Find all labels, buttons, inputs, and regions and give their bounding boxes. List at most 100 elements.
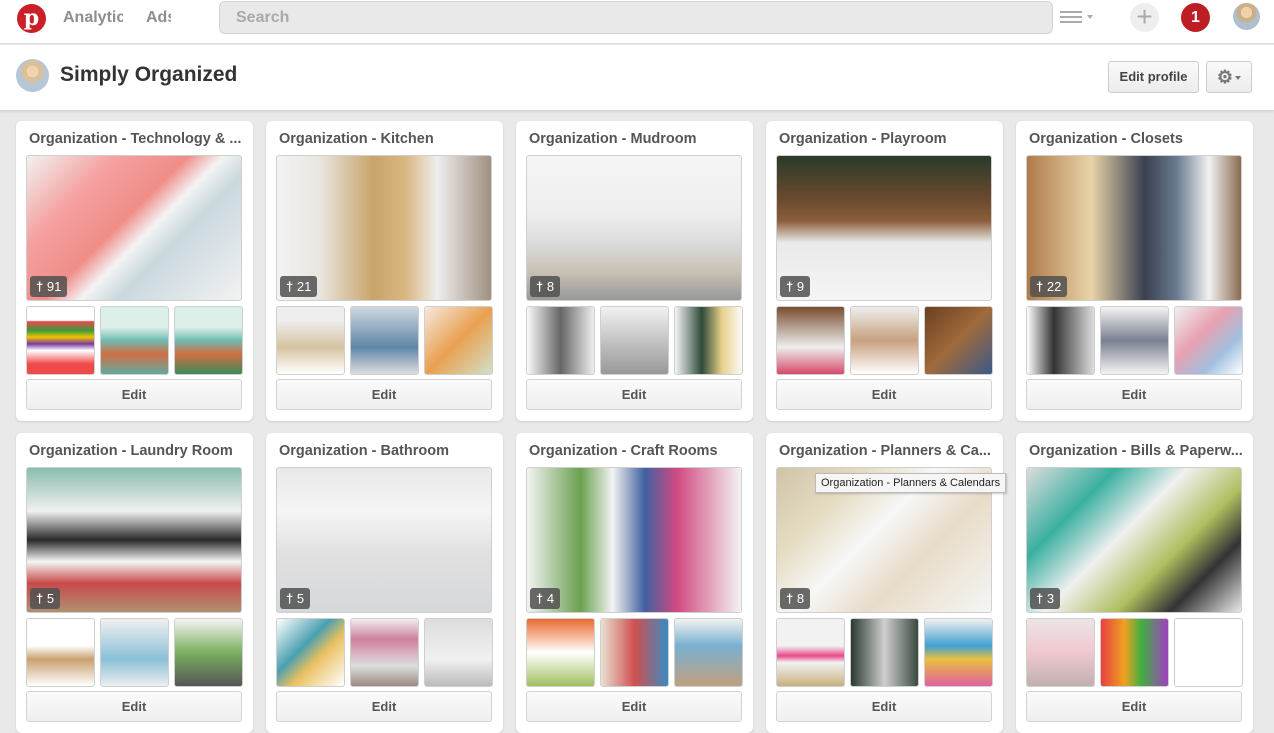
pin-count-badge: † 9 [780, 276, 811, 297]
pinterest-logo-icon[interactable]: p [17, 4, 46, 33]
board-thumbnails [1026, 306, 1243, 375]
board-thumbnail[interactable] [674, 618, 743, 687]
board-cover-image[interactable]: † 5 [276, 467, 492, 613]
pin-count: 8 [546, 279, 555, 294]
board-thumbnail[interactable] [600, 618, 669, 687]
board-thumbnail[interactable] [1174, 618, 1243, 687]
board-cover-image[interactable]: † 9 [776, 155, 992, 301]
board-thumbnail[interactable] [100, 618, 169, 687]
board-card[interactable]: Organization - Kitchen † 21 Edit [266, 121, 503, 421]
board-thumbnail[interactable] [776, 306, 845, 375]
pin-count: 4 [546, 591, 555, 606]
board-title[interactable]: Organization - Technology & ... [29, 131, 243, 151]
user-avatar[interactable] [1233, 3, 1260, 30]
board-title[interactable]: Organization - Mudroom [529, 131, 743, 151]
board-cover-image[interactable]: † 8 [526, 155, 742, 301]
edit-board-button[interactable]: Edit [776, 379, 992, 410]
board-card[interactable]: Organization - Bills & Paperw... † 3 Edi… [1016, 433, 1253, 733]
board-thumbnail[interactable] [850, 306, 919, 375]
board-thumbnail[interactable] [1026, 618, 1095, 687]
list-menu-icon[interactable] [1060, 9, 1094, 25]
notifications-badge[interactable]: 1 [1181, 3, 1210, 32]
edit-board-button[interactable]: Edit [1026, 379, 1242, 410]
edit-board-button[interactable]: Edit [1026, 691, 1242, 722]
board-thumbnail[interactable] [924, 306, 993, 375]
pin-icon: † [536, 279, 544, 294]
board-thumbnail[interactable] [1026, 306, 1095, 375]
board-thumbnail[interactable] [424, 618, 493, 687]
gear-icon: ⚙ [1216, 67, 1234, 87]
board-thumbnail[interactable] [1174, 306, 1243, 375]
board-thumbnail[interactable] [600, 306, 669, 375]
search-input[interactable] [219, 1, 1053, 34]
board-thumbnails [776, 618, 993, 687]
board-thumbnail[interactable] [276, 306, 345, 375]
chevron-down-icon [1087, 15, 1093, 19]
board-card[interactable]: Organization - Closets † 22 Edit [1016, 121, 1253, 421]
board-thumbnail[interactable] [1100, 618, 1169, 687]
board-card[interactable]: Organization - Craft Rooms † 4 Edit [516, 433, 753, 733]
board-title[interactable]: Organization - Playroom [779, 131, 993, 151]
board-title[interactable]: Organization - Planners & Ca... [779, 443, 993, 463]
board-cover-image[interactable]: † 5 [26, 467, 242, 613]
board-cover-image[interactable]: † 21 [276, 155, 492, 301]
board-title[interactable]: Organization - Bills & Paperw... [1029, 443, 1243, 463]
board-thumbnail[interactable] [276, 618, 345, 687]
pin-count-badge: † 21 [280, 276, 318, 297]
pin-count: 21 [296, 279, 312, 294]
edit-board-button[interactable]: Edit [26, 691, 242, 722]
board-thumbnail[interactable] [924, 618, 993, 687]
edit-board-button[interactable]: Edit [776, 691, 992, 722]
edit-board-button[interactable]: Edit [276, 691, 492, 722]
edit-board-button[interactable]: Edit [526, 379, 742, 410]
chevron-down-icon [1235, 76, 1242, 81]
board-thumbnail[interactable] [526, 618, 595, 687]
board-title[interactable]: Organization - Bathroom [279, 443, 493, 463]
board-thumbnail[interactable] [350, 618, 419, 687]
pin-count-badge: † 5 [30, 588, 61, 609]
board-card[interactable]: Organization - Technology & ... † 91 Edi… [16, 121, 253, 421]
settings-button[interactable]: ⚙ [1206, 61, 1252, 93]
board-thumbnail[interactable] [1100, 306, 1169, 375]
board-title[interactable]: Organization - Laundry Room [29, 443, 243, 463]
board-card[interactable]: Organization - Playroom † 9 Edit [766, 121, 1003, 421]
pin-count-badge: † 4 [530, 588, 561, 609]
edit-board-button[interactable]: Edit [526, 691, 742, 722]
board-thumbnail[interactable] [526, 306, 595, 375]
board-cover-image[interactable]: † 91 [26, 155, 242, 301]
profile-avatar[interactable] [16, 59, 49, 92]
board-thumbnail[interactable] [174, 618, 243, 687]
add-pin-button[interactable]: + [1130, 3, 1159, 32]
board-thumbnails [526, 306, 743, 375]
pin-count-badge: † 3 [1030, 588, 1061, 609]
board-title[interactable]: Organization - Closets [1029, 131, 1243, 151]
pin-count-badge: † 8 [780, 588, 811, 609]
board-thumbnail[interactable] [424, 306, 493, 375]
pin-count: 8 [796, 591, 805, 606]
top-nav-bar: p Analytic Ads + 1 [0, 0, 1274, 44]
board-cover-image[interactable]: † 22 [1026, 155, 1242, 301]
edit-board-button[interactable]: Edit [276, 379, 492, 410]
board-thumbnail[interactable] [674, 306, 743, 375]
board-thumbnail[interactable] [350, 306, 419, 375]
board-title[interactable]: Organization - Craft Rooms [529, 443, 743, 463]
board-thumbnail[interactable] [26, 306, 95, 375]
board-card[interactable]: Organization - Laundry Room † 5 Edit [16, 433, 253, 733]
board-card[interactable]: Organization - Mudroom † 8 Edit [516, 121, 753, 421]
board-thumbnail[interactable] [850, 618, 919, 687]
board-title[interactable]: Organization - Kitchen [279, 131, 493, 151]
board-thumbnail[interactable] [100, 306, 169, 375]
board-thumbnail[interactable] [174, 306, 243, 375]
board-title-tooltip: Organization - Planners & Calendars [815, 473, 1007, 493]
pin-icon: † [36, 279, 44, 294]
edit-profile-button[interactable]: Edit profile [1108, 61, 1199, 93]
board-thumbnail[interactable] [26, 618, 95, 687]
nav-ads-link[interactable]: Ads [146, 9, 171, 27]
board-thumbnail[interactable] [776, 618, 845, 687]
nav-analytics-link[interactable]: Analytic [63, 9, 123, 27]
board-cover-image[interactable]: † 3 [1026, 467, 1242, 613]
edit-board-button[interactable]: Edit [26, 379, 242, 410]
board-card[interactable]: Organization - Bathroom † 5 Edit [266, 433, 503, 733]
pin-count: 9 [796, 279, 805, 294]
board-cover-image[interactable]: † 4 [526, 467, 742, 613]
